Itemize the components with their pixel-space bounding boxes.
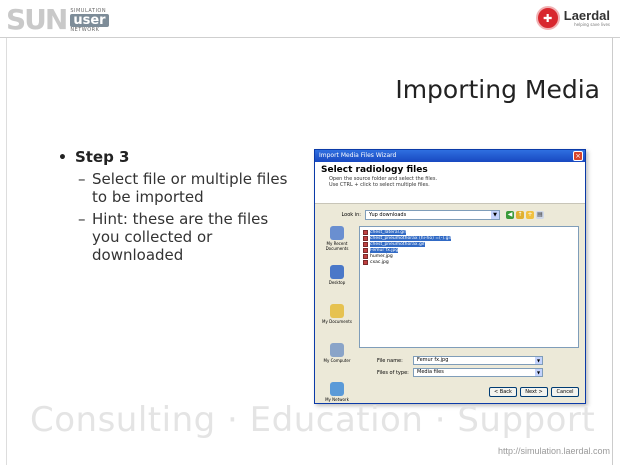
- image-file-icon: [363, 253, 368, 259]
- back-icon[interactable]: ◀: [506, 211, 514, 219]
- sub-bullet: – Hint: these are the files you collecte…: [78, 210, 298, 264]
- back-button[interactable]: < Back: [489, 387, 517, 397]
- dialog-instruction: Use CTRL + click to select multiple file…: [329, 182, 430, 188]
- cancel-button[interactable]: Cancel: [551, 387, 579, 397]
- place-my-documents[interactable]: My Documents: [320, 304, 354, 334]
- file-name: humer.jpg: [370, 253, 393, 259]
- file-type-label: Files of type:: [377, 369, 409, 376]
- file-name: Femur fx.jpg: [370, 247, 399, 253]
- image-file-icon: [363, 229, 368, 235]
- file-name: chest_pneumothorax (hi-ho) =(-).gif: [370, 235, 452, 241]
- laerdal-name: Laerdal: [563, 8, 610, 23]
- file-name-field[interactable]: Femur fx.jpg ▼: [413, 356, 543, 365]
- laerdal-wordmark: Laerdal helping save lives: [564, 9, 610, 27]
- file-name: chest_lateral.gif: [370, 229, 406, 235]
- next-button[interactable]: Next >: [520, 387, 548, 397]
- footer-url: http://simulation.laerdal.com: [497, 446, 610, 456]
- image-file-icon: [363, 259, 368, 265]
- file-name: cxac.jpg: [370, 259, 389, 265]
- laerdal-logo: ✚ Laerdal helping save lives: [535, 6, 610, 30]
- look-in-select[interactable]: Yup downloads ▼: [365, 210, 500, 220]
- my-network-icon: [330, 382, 344, 396]
- sun-logo-network: NETWORK: [70, 26, 100, 33]
- step-label: Step 3: [74, 148, 130, 166]
- step-bullet: • Step 3: [58, 148, 298, 166]
- look-in-row: Look in: Yup downloads ▼ ◀ ↑ + ▤: [323, 210, 544, 220]
- place-my-computer[interactable]: My Computer: [320, 343, 354, 373]
- view-menu-icon[interactable]: ▤: [536, 211, 544, 219]
- sub-bullet: – Select file or multiple files to be im…: [78, 170, 298, 206]
- footer-watermark: Consulting · Education · Support: [30, 400, 596, 440]
- file-name-value: Femur fx.jpg: [417, 357, 449, 363]
- place-label: My Recent Documents: [325, 241, 349, 251]
- dash-icon: –: [78, 170, 86, 188]
- place-desktop[interactable]: Desktop: [320, 265, 354, 295]
- desktop-icon: [330, 265, 344, 279]
- sun-logo-user: user: [70, 13, 109, 27]
- bullet-list: • Step 3 – Select file or multiple files…: [58, 148, 298, 264]
- file-name-label: File name:: [377, 357, 403, 364]
- sun-logo-letters: SUN: [6, 3, 68, 36]
- file-type-value: Media files: [417, 369, 444, 375]
- chevron-down-icon[interactable]: ▼: [491, 211, 499, 219]
- dialog-title: Import Media Files Wizard: [319, 152, 397, 159]
- place-label: My Computer: [323, 358, 351, 363]
- dialog-buttons: < Back Next > Cancel: [489, 387, 579, 397]
- file-name: chest_pneumothorax.gif: [370, 241, 425, 247]
- sub-bullet-text: Select file or multiple files to be impo…: [92, 170, 288, 206]
- place-recent-documents[interactable]: My Recent Documents: [320, 226, 354, 256]
- file-type-row: Files of type: Media files ▼: [377, 368, 543, 377]
- place-label: My Documents: [322, 319, 352, 324]
- chevron-down-icon[interactable]: ▼: [535, 357, 542, 364]
- left-divider: [6, 38, 7, 465]
- image-file-icon: [363, 241, 368, 247]
- sub-bullet-text: Hint: these are the files you collected …: [92, 210, 269, 264]
- look-in-label: Look in:: [341, 212, 361, 218]
- chevron-down-icon[interactable]: ▼: [535, 369, 542, 376]
- dialog-toolbar: ◀ ↑ + ▤: [506, 211, 544, 219]
- close-icon[interactable]: ×: [573, 151, 583, 161]
- laerdal-tagline: helping save lives: [574, 22, 610, 27]
- new-folder-icon[interactable]: +: [526, 211, 534, 219]
- up-folder-icon[interactable]: ↑: [516, 211, 524, 219]
- slide: SUN SIMULATION user NETWORK ✚ Laerdal he…: [0, 0, 620, 465]
- slide-title: Importing Media: [395, 75, 600, 104]
- file-item[interactable]: cxac.jpg: [363, 259, 575, 265]
- place-label: Desktop: [328, 280, 346, 285]
- dash-icon: –: [78, 210, 86, 228]
- dialog-header: Select radiology files Open the source f…: [315, 162, 585, 204]
- laerdal-seal-icon: ✚: [535, 6, 560, 30]
- places-bar: My Recent Documents Desktop My Documents…: [320, 226, 354, 421]
- recent-documents-icon: [330, 226, 344, 240]
- import-wizard-dialog: Import Media Files Wizard × Select radio…: [314, 149, 586, 404]
- file-list[interactable]: chest_lateral.gif chest_pneumothorax (hi…: [359, 226, 579, 348]
- image-file-icon: [363, 235, 368, 241]
- sun-logo-wordmark: SIMULATION user NETWORK: [70, 8, 109, 33]
- sun-logo: SUN SIMULATION user NETWORK: [6, 6, 109, 34]
- my-computer-icon: [330, 343, 344, 357]
- file-name-row: File name: Femur fx.jpg ▼: [377, 356, 543, 365]
- look-in-value: Yup downloads: [369, 212, 407, 218]
- header-bar: SUN SIMULATION user NETWORK ✚ Laerdal he…: [0, 0, 620, 38]
- my-documents-icon: [330, 304, 344, 318]
- dialog-heading: Select radiology files: [321, 165, 428, 175]
- right-divider: [612, 38, 613, 465]
- file-type-select[interactable]: Media files ▼: [413, 368, 543, 377]
- image-file-icon: [363, 247, 368, 253]
- bullet-dot-icon: •: [58, 150, 67, 166]
- dialog-titlebar: Import Media Files Wizard ×: [315, 150, 585, 162]
